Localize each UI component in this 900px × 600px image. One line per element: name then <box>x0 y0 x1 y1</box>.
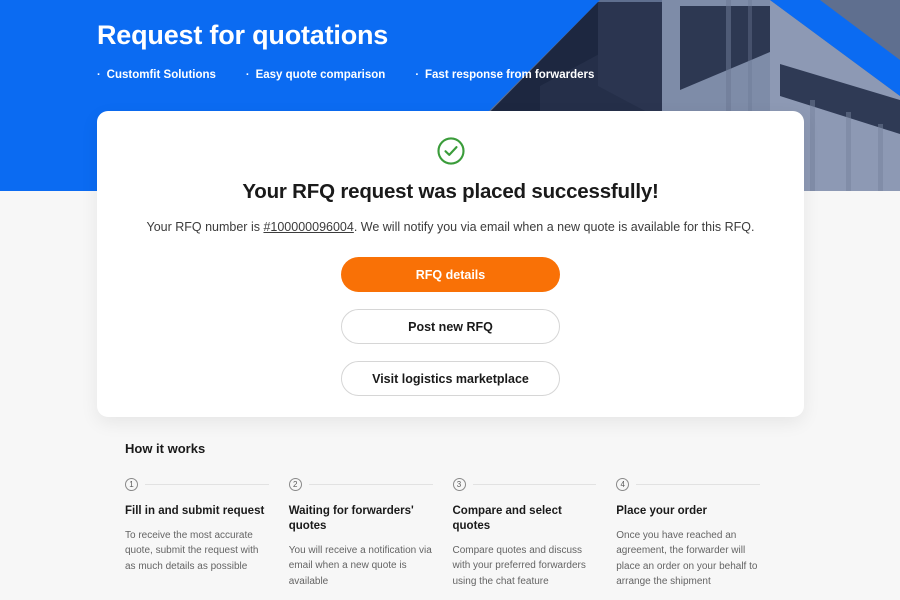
hero-bullet-list: · Customfit Solutions · Easy quote compa… <box>97 69 594 81</box>
bullet-dot-icon: · <box>415 68 419 81</box>
success-subtitle: Your RFQ number is #100000096004. We wil… <box>147 220 755 234</box>
step-description: To receive the most accurate quote, subm… <box>125 529 259 572</box>
bullet-dot-icon: · <box>97 68 101 81</box>
step-name: Place your order <box>616 505 708 517</box>
step-divider <box>472 484 597 485</box>
bullet-dot-icon: · <box>245 68 250 81</box>
rfq-success-card: Your RFQ request was placed successfully… <box>97 111 804 417</box>
success-title: Your RFQ request was placed successfully… <box>242 180 659 203</box>
how-it-works-section: How it works 1 Fill in and submit reques… <box>125 441 780 590</box>
step-name: Fill in and submit request <box>125 505 265 517</box>
step-header: 4 <box>616 478 760 491</box>
hero-bullet-label: Customfit Solutions <box>106 69 216 81</box>
subtitle-suffix: . We will notify you via email when a ne… <box>353 220 755 234</box>
step-divider <box>145 484 269 485</box>
step-item: 4 Place your order Once you have reached… <box>616 478 780 590</box>
step-number-badge: 3 <box>452 478 466 491</box>
how-it-works-title: How it works <box>125 441 206 456</box>
step-number-badge: 1 <box>125 478 138 491</box>
step-description: Once you have reached an agreement, the … <box>616 529 758 588</box>
step-name: Waiting for forwarders' quotes <box>288 505 414 532</box>
card-action-buttons: RFQ details Post new RFQ Visit logistics… <box>341 257 560 396</box>
step-number-badge: 2 <box>288 478 302 491</box>
step-item: 2 Waiting for forwarders' quotes You wil… <box>288 478 453 590</box>
rfq-number-link[interactable]: #100000096004 <box>263 220 353 234</box>
hero-title: Request for quotations <box>97 20 389 50</box>
step-item: 1 Fill in and submit request To receive … <box>125 478 289 590</box>
step-description: You will receive a notification via emai… <box>288 544 432 587</box>
step-header: 1 <box>125 478 269 491</box>
how-it-works-steps: 1 Fill in and submit request To receive … <box>125 478 780 590</box>
step-name: Compare and select quotes <box>452 505 562 532</box>
post-new-rfq-button[interactable]: Post new RFQ <box>341 309 560 344</box>
step-item: 3 Compare and select quotes Compare quot… <box>452 478 617 590</box>
rfq-details-button[interactable]: RFQ details <box>341 257 560 292</box>
visit-logistics-marketplace-button[interactable]: Visit logistics marketplace <box>341 361 560 396</box>
hero-bullet-label: Easy quote comparison <box>255 69 386 81</box>
step-number-badge: 4 <box>616 478 630 491</box>
step-header: 2 <box>288 478 433 491</box>
check-circle-icon <box>436 137 465 165</box>
subtitle-prefix: Your RFQ number is <box>146 220 264 234</box>
step-header: 3 <box>452 478 597 491</box>
hero-bullet-label: Fast response from forwarders <box>425 69 595 81</box>
hero-bullet-item: · Customfit Solutions <box>97 69 216 81</box>
hero-bullet-item: · Easy quote comparison <box>246 69 385 81</box>
step-description: Compare quotes and discuss with your pre… <box>452 544 586 587</box>
step-divider <box>636 484 760 485</box>
hero-bullet-item: · Fast response from forwarders <box>415 69 594 81</box>
step-divider <box>308 484 433 485</box>
